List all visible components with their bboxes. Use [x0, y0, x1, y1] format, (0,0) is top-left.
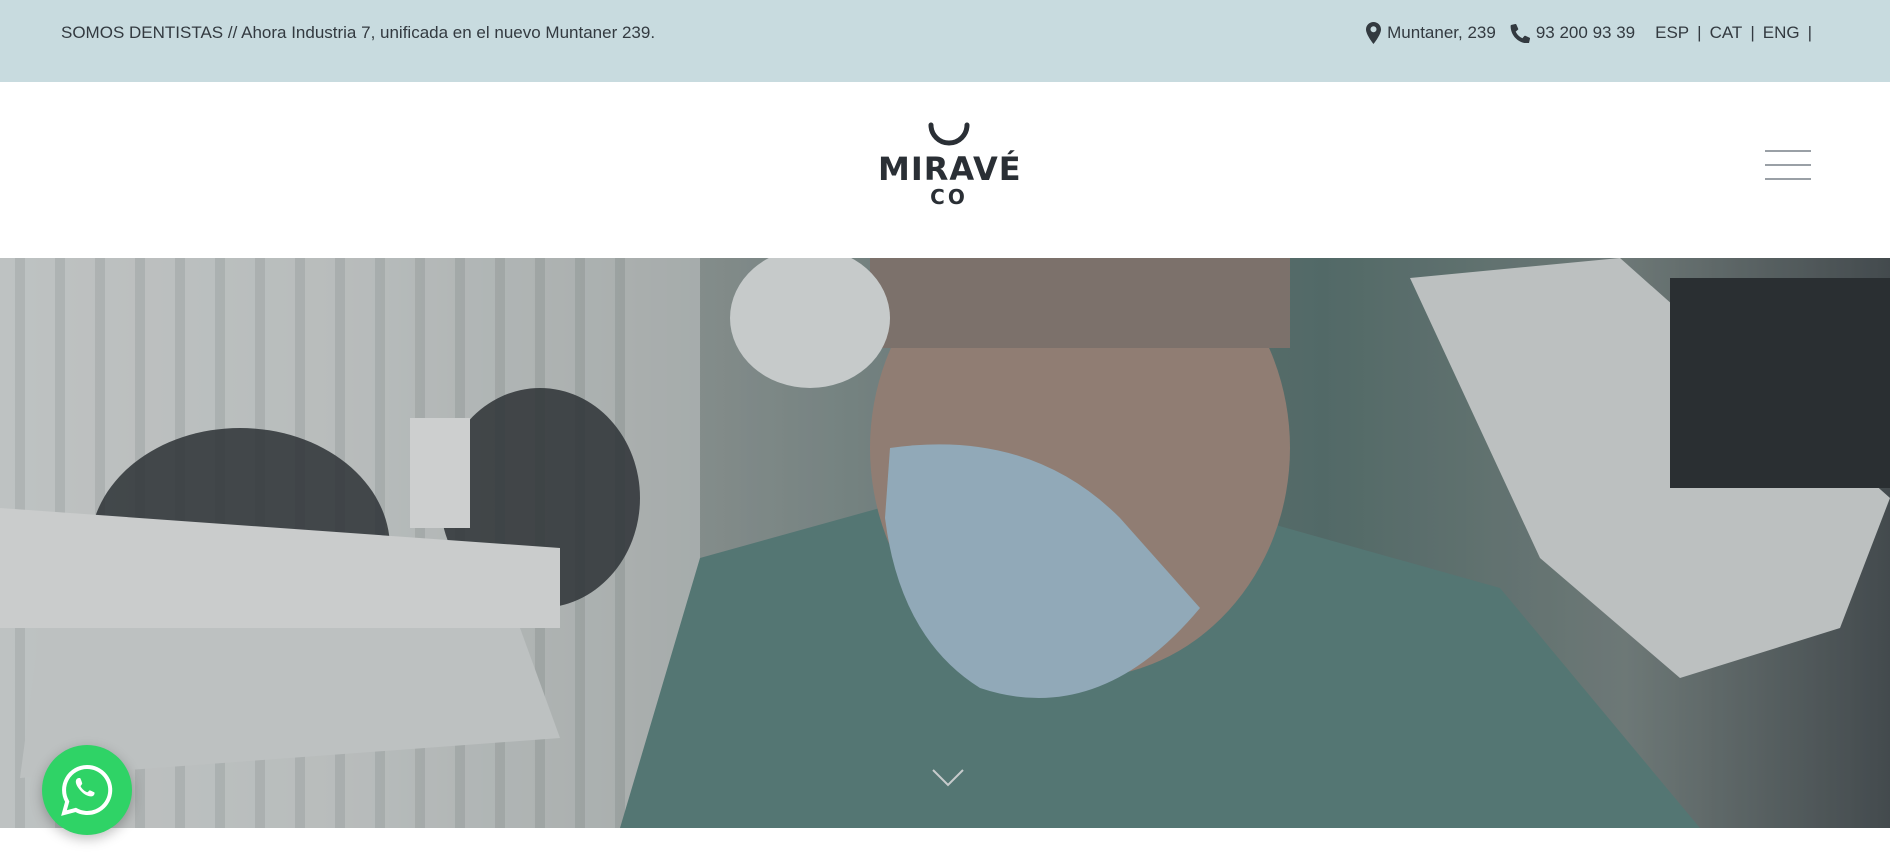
lang-separator: |	[1697, 23, 1702, 42]
top-bar: SOMOS DENTISTAS // Ahora Industria 7, un…	[0, 0, 1890, 82]
language-switcher: ESP | CAT | ENG |	[1655, 23, 1812, 43]
phone-text: 93 200 93 39	[1535, 23, 1636, 42]
hero-video	[0, 258, 1890, 828]
announcement-text: SOMOS DENTISTAS // Ahora Industria 7, un…	[61, 23, 656, 42]
logo-name: MIRAVÉ	[878, 150, 1022, 188]
lang-separator: |	[1750, 23, 1755, 42]
hero-overlay	[0, 258, 1890, 828]
phone-link[interactable]: 93 200 93 39	[1510, 23, 1635, 43]
hamburger-menu-icon[interactable]	[1765, 150, 1813, 184]
top-bar-contact: Muntaner, 239 93 200 93 39 ESP | CAT | E…	[1366, 0, 1812, 66]
lang-esp[interactable]: ESP	[1655, 23, 1689, 43]
lang-separator: |	[1807, 23, 1812, 42]
logo-subtitle: CO	[930, 185, 968, 209]
map-pin-icon	[1366, 22, 1382, 44]
lang-eng[interactable]: ENG	[1763, 23, 1800, 43]
chevron-down-icon[interactable]	[931, 768, 965, 788]
whatsapp-button[interactable]	[42, 745, 132, 835]
address-link[interactable]: Muntaner, 239	[1366, 22, 1496, 44]
lang-cat[interactable]: CAT	[1710, 23, 1743, 43]
logo-link[interactable]: MIRAVÉ CO	[878, 122, 1022, 218]
phone-icon	[1510, 23, 1530, 43]
site-header: MIRAVÉ CO	[0, 82, 1890, 258]
address-text: Muntaner, 239	[1387, 23, 1496, 42]
logo-smile-icon	[928, 122, 970, 146]
whatsapp-icon	[61, 764, 113, 816]
